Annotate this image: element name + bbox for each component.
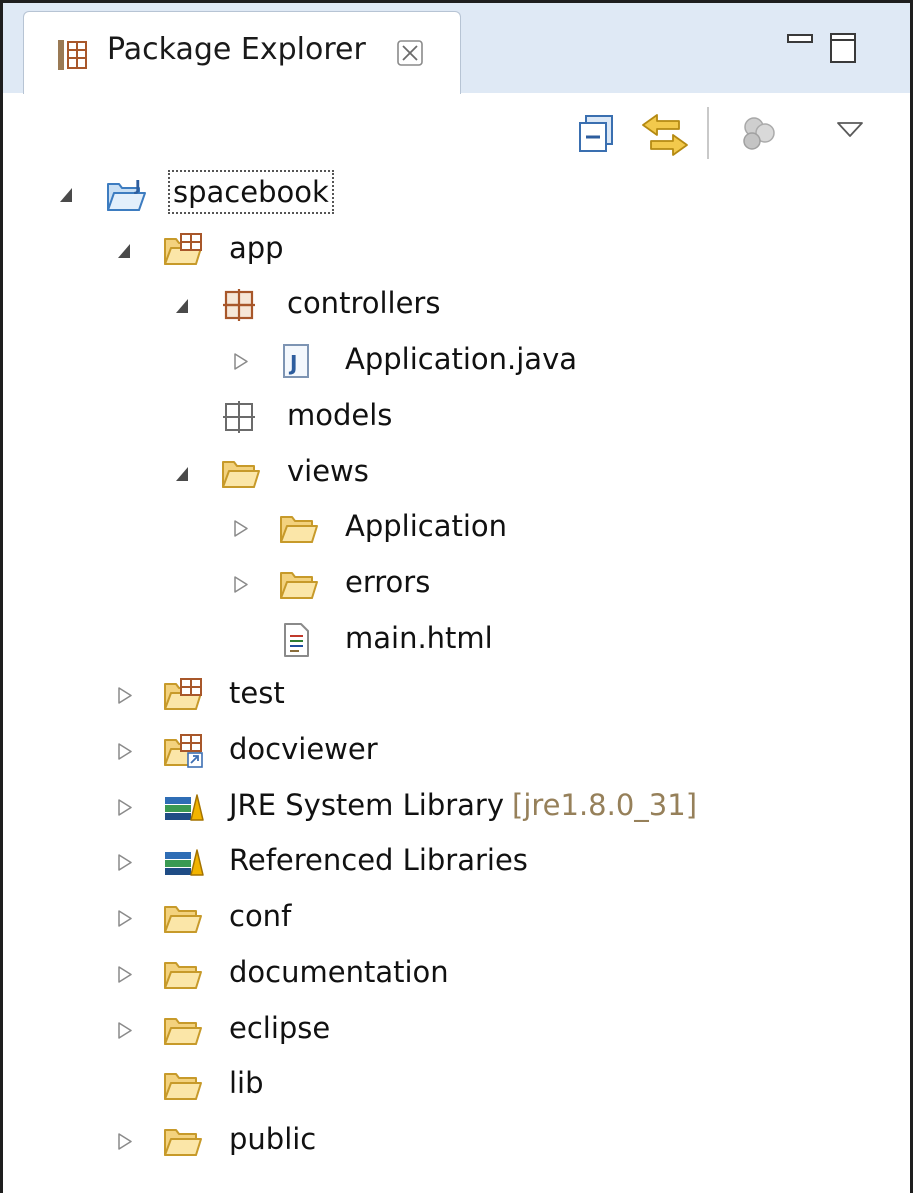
collapsed-arrow-icon[interactable]: [114, 1113, 136, 1169]
svg-text:J: J: [134, 177, 141, 195]
tree-item[interactable]: app: [3, 222, 910, 278]
folder-icon: [279, 510, 319, 546]
tree-item[interactable]: public: [3, 1113, 910, 1169]
library-icon: [163, 844, 204, 880]
tree-item-label: controllers: [287, 286, 441, 320]
tab-title: Package Explorer: [107, 32, 366, 67]
tree-item[interactable]: test: [3, 667, 910, 723]
tree-item-label: docviewer: [229, 732, 378, 766]
tree-item[interactable]: lib: [3, 1057, 910, 1113]
view-tab-bar: Package Explorer: [3, 3, 910, 94]
tree-item[interactable]: JRE System Library [jre1.8.0_31]: [3, 779, 910, 835]
expanded-arrow-icon[interactable]: [172, 445, 194, 501]
tree-item[interactable]: main.html: [3, 612, 910, 668]
tree-item[interactable]: Application: [3, 500, 910, 556]
collapsed-arrow-icon[interactable]: [114, 1002, 136, 1058]
folder-icon: [163, 1123, 203, 1159]
view-toolbar: [3, 103, 910, 163]
tree-item-label: Application: [345, 509, 508, 543]
tab-package-explorer[interactable]: Package Explorer: [23, 11, 461, 94]
tree-item[interactable]: conf: [3, 890, 910, 946]
tree-item[interactable]: Jspacebook: [3, 166, 910, 222]
view-menu-icon[interactable]: [836, 121, 864, 143]
collapsed-arrow-icon[interactable]: [114, 890, 136, 946]
collapse-all-icon[interactable]: [577, 113, 615, 157]
folder-icon: [221, 455, 261, 491]
tree-item[interactable]: errors: [3, 556, 910, 612]
folder-icon: [163, 900, 203, 936]
svg-text:J: J: [288, 351, 297, 375]
tree-item-label: Referenced Libraries: [229, 843, 528, 877]
filters-icon[interactable]: [739, 113, 779, 157]
collapsed-arrow-icon[interactable]: [230, 500, 252, 556]
tree-item[interactable]: J Application.java: [3, 333, 910, 389]
package-explorer-view: Package Explorer J spacebook app control…: [0, 0, 913, 1193]
tree-item[interactable]: documentation: [3, 946, 910, 1002]
collapsed-arrow-icon[interactable]: [114, 723, 136, 779]
tree-item-label: app: [229, 231, 284, 265]
package-icon: [221, 287, 261, 323]
tree-item-label: public: [229, 1122, 317, 1156]
folder-icon: [163, 956, 203, 992]
tree-item[interactable]: models: [3, 389, 910, 445]
package-explorer-icon: [56, 38, 90, 76]
tree-item[interactable]: controllers: [3, 277, 910, 333]
collapsed-arrow-icon[interactable]: [230, 556, 252, 612]
expanded-arrow-icon[interactable]: [172, 277, 194, 333]
minimize-icon[interactable]: [785, 31, 815, 65]
tree-item-label: JRE System Library: [229, 788, 505, 822]
tree-item-label: spacebook: [168, 170, 334, 214]
toolbar-separator: [707, 107, 709, 159]
tree-item-label: test: [229, 676, 285, 710]
project-icon: J: [105, 176, 146, 212]
link-with-editor-icon[interactable]: [639, 111, 691, 163]
tree-item-decoration: [jre1.8.0_31]: [512, 788, 698, 822]
tree-item[interactable]: Referenced Libraries: [3, 834, 910, 890]
collapsed-arrow-icon[interactable]: [114, 779, 136, 835]
folder-icon: [163, 1067, 203, 1103]
collapsed-arrow-icon[interactable]: [114, 834, 136, 890]
folder-icon: [279, 566, 319, 602]
tree-item[interactable]: eclipse: [3, 1002, 910, 1058]
maximize-icon[interactable]: [828, 31, 858, 69]
java-file-icon: J: [279, 343, 319, 379]
tree-item-label: eclipse: [229, 1011, 331, 1045]
expanded-arrow-icon[interactable]: [114, 222, 136, 278]
tree-item-label: Application.java: [345, 342, 578, 376]
tree-item-label: errors: [345, 565, 431, 599]
source-folder-icon: [163, 677, 203, 713]
source-folder-icon: [163, 232, 203, 268]
tree-item-label: views: [287, 454, 369, 488]
tree-item-label: models: [287, 398, 393, 432]
tree-item-label: documentation: [229, 955, 449, 989]
folder-icon: [163, 1012, 203, 1048]
close-icon[interactable]: [396, 39, 424, 71]
tree-item[interactable]: views: [3, 445, 910, 501]
tree-item-label: conf: [229, 899, 292, 933]
html-file-icon: [279, 622, 319, 658]
collapsed-arrow-icon[interactable]: [230, 333, 252, 389]
expanded-arrow-icon[interactable]: [56, 166, 78, 222]
linked-source-folder-icon: [163, 733, 203, 769]
empty-package-icon: [221, 399, 261, 435]
library-icon: [163, 789, 204, 825]
collapsed-arrow-icon[interactable]: [114, 667, 136, 723]
collapsed-arrow-icon[interactable]: [114, 946, 136, 1002]
tree-item-label: main.html: [345, 621, 493, 655]
tree-item[interactable]: docviewer: [3, 723, 910, 779]
tree-item-label: lib: [229, 1066, 264, 1100]
